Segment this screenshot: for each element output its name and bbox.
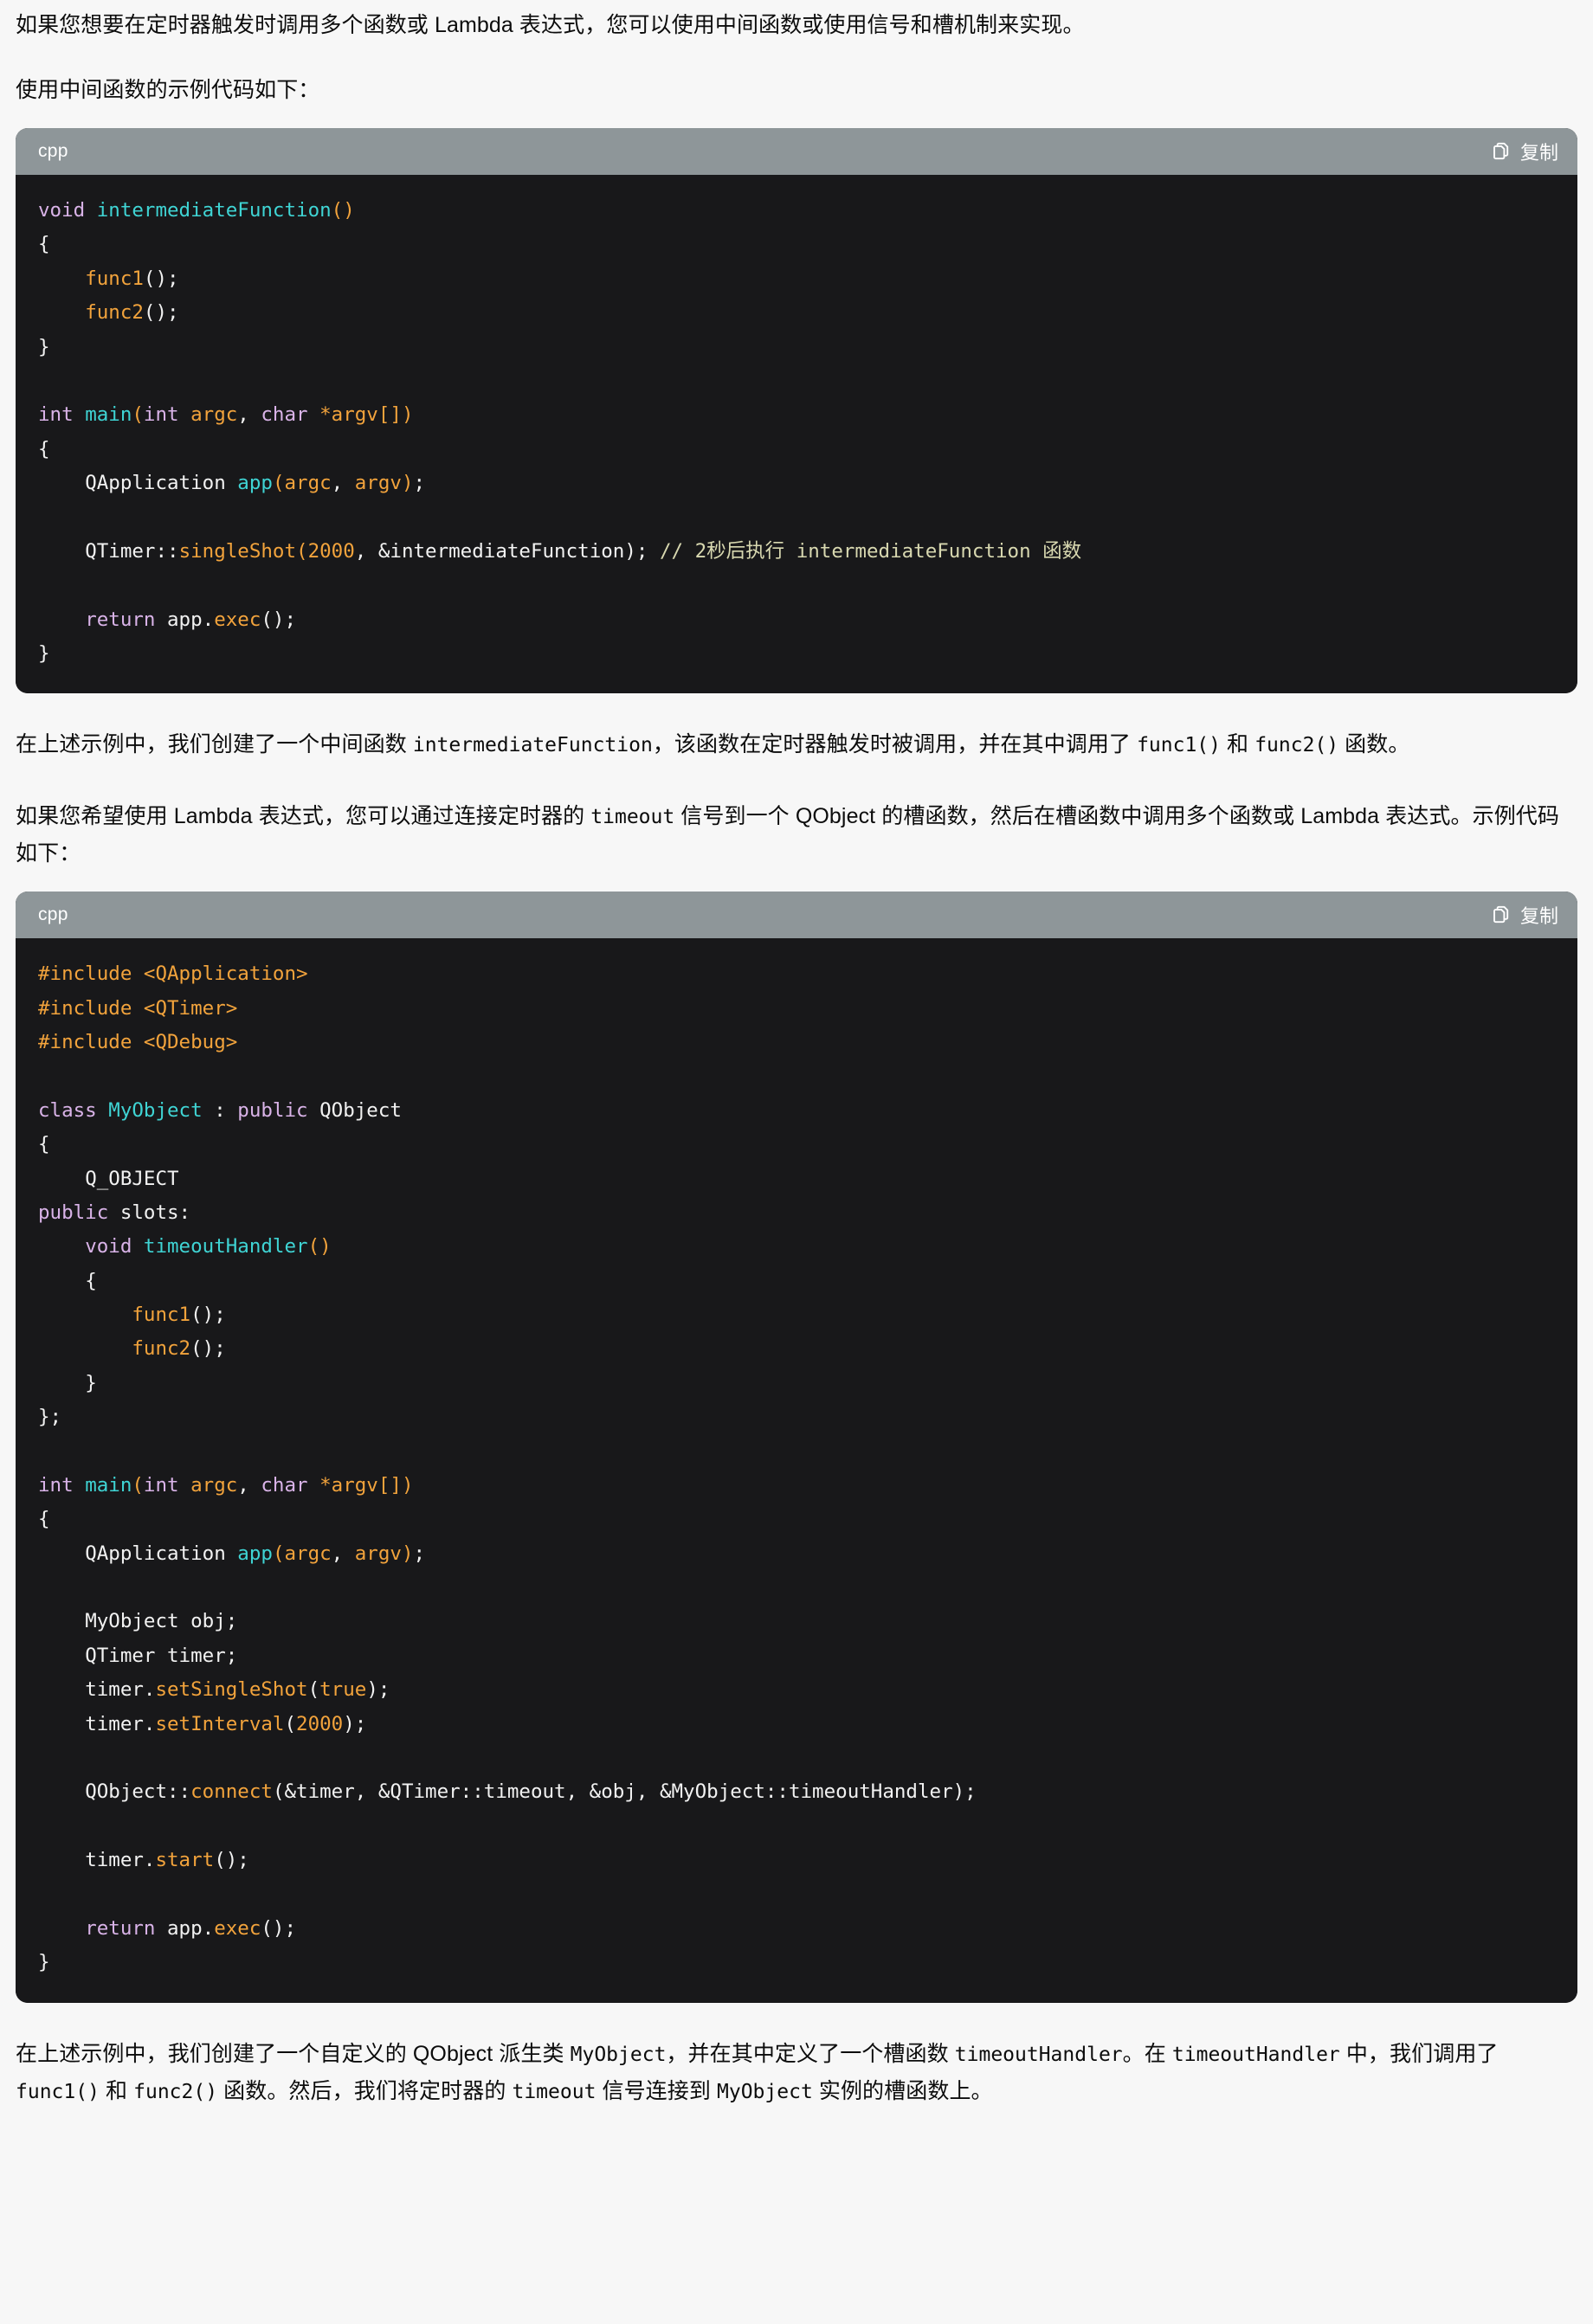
after-code2-text-6: 函数。然后，我们将定时器的 <box>217 2078 513 2103</box>
before-code2-paragraph: 如果您希望使用 Lambda 表达式，您可以通过连接定时器的 timeout 信… <box>16 788 1577 883</box>
inline-code-func2: func2() <box>1254 734 1339 757</box>
code-block-1-copy-button[interactable]: 复制 <box>1491 138 1558 165</box>
after-code1-text-4: 函数。 <box>1338 732 1410 757</box>
inline-code-func2-2: func2() <box>133 2080 218 2103</box>
inline-code-myobject-2: MyObject <box>717 2080 813 2103</box>
intro-paragraph: 如果您想要在定时器触发时调用多个函数或 Lambda 表达式，您可以使用中间函数… <box>16 0 1577 55</box>
inline-code-timeout-2: timeout <box>512 2080 597 2103</box>
after-code2-paragraph: 在上述示例中，我们创建了一个自定义的 QObject 派生类 MyObject，… <box>16 2025 1577 2121</box>
article-container: 如果您想要在定时器触发时调用多个函数或 Lambda 表达式，您可以使用中间函数… <box>0 0 1593 2121</box>
before-code2-text-1: 如果您希望使用 Lambda 表达式，您可以通过连接定时器的 <box>16 804 591 829</box>
code-block-2-content: #include <QApplication> #include <QTimer… <box>38 962 977 1974</box>
inline-code-intermediatefunction: intermediateFunction <box>412 734 653 757</box>
code-block-2-header: cpp 复制 <box>16 892 1577 939</box>
code-block-1-header: cpp 复制 <box>16 128 1577 175</box>
code-block-2-language-label: cpp <box>38 904 68 925</box>
after-code2-text-7: 信号连接到 <box>596 2078 718 2103</box>
inline-code-func1-2: func1() <box>16 2080 100 2103</box>
code-block-2-copy-button[interactable]: 复制 <box>1491 901 1558 929</box>
before-code1-paragraph: 使用中间函数的示例代码如下： <box>16 61 1577 119</box>
code-block-1-language-label: cpp <box>38 141 68 161</box>
inline-code-func1: func1() <box>1137 734 1221 757</box>
after-code1-text-2: ，该函数在定时器触发时被调用，并在其中调用了 <box>652 732 1138 757</box>
after-code1-text-3: 和 <box>1221 732 1255 757</box>
after-code2-text-1: 在上述示例中，我们创建了一个自定义的 QObject 派生类 <box>16 2041 571 2066</box>
inline-code-myobject-1: MyObject <box>570 2043 667 2066</box>
after-code2-text-2: ，并在其中定义了一个槽函数 <box>666 2041 955 2066</box>
copy-icon <box>1491 141 1512 162</box>
after-code2-text-5: 和 <box>99 2078 134 2103</box>
after-code2-text-8: 实例的槽函数上。 <box>812 2078 993 2103</box>
copy-icon <box>1491 904 1512 925</box>
code-block-2-body[interactable]: #include <QApplication> #include <QTimer… <box>16 938 1577 2003</box>
after-code2-text-4: 中，我们调用了 <box>1339 2041 1499 2066</box>
after-code1-paragraph: 在上述示例中，我们创建了一个中间函数 intermediateFunction，… <box>16 716 1577 774</box>
inline-code-timeouthandler-2: timeoutHandler <box>1171 2043 1340 2066</box>
code-block-1-content: void intermediateFunction() { func1(); f… <box>38 199 1082 665</box>
code-block-1-body[interactable]: void intermediateFunction() { func1(); f… <box>16 175 1577 694</box>
inline-code-timeout: timeout <box>590 806 675 829</box>
intro-paragraph-text: 如果您想要在定时器触发时调用多个函数或 Lambda 表达式，您可以使用中间函数… <box>16 13 1085 37</box>
code-block-2: cpp 复制 #include <QApplication> #include … <box>16 892 1577 2003</box>
code-block-2-copy-label: 复制 <box>1519 905 1558 928</box>
after-code1-text-1: 在上述示例中，我们创建了一个中间函数 <box>16 732 413 757</box>
inline-code-timeouthandler-1: timeoutHandler <box>954 2043 1123 2066</box>
before-code1-text: 使用中间函数的示例代码如下： <box>16 78 320 102</box>
code-block-1: cpp 复制 void intermediateFunction() { fun… <box>16 128 1577 694</box>
code-block-1-copy-label: 复制 <box>1519 142 1558 164</box>
after-code2-text-3: 。在 <box>1122 2041 1172 2066</box>
